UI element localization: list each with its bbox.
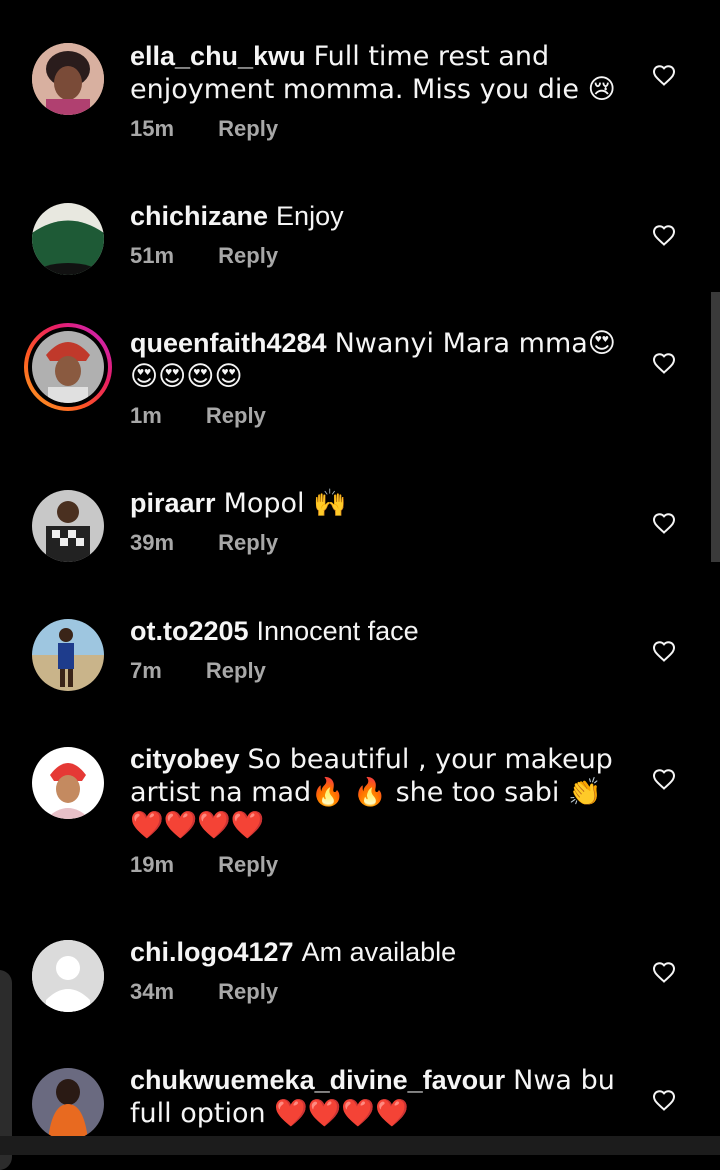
like-button[interactable] bbox=[652, 224, 676, 246]
comment-timestamp: 15m bbox=[130, 116, 175, 141]
comment-body: Am available bbox=[301, 937, 457, 967]
heart-outline-icon bbox=[652, 1090, 676, 1111]
like-button[interactable] bbox=[652, 352, 676, 374]
reply-button[interactable]: Reply bbox=[206, 658, 266, 684]
comment-text: ella_chu_kwu Full time rest and enjoyment… bbox=[130, 40, 620, 106]
comment-timestamp: 39m bbox=[130, 530, 175, 555]
avatar[interactable] bbox=[32, 747, 104, 819]
avatar-photo bbox=[32, 331, 104, 403]
avatar[interactable] bbox=[32, 619, 104, 691]
comment-timestamp: 19m bbox=[130, 852, 175, 877]
heart-outline-icon bbox=[652, 769, 676, 790]
avatar[interactable] bbox=[32, 940, 104, 1012]
avatar-with-story-ring[interactable] bbox=[24, 323, 112, 411]
comment-username[interactable]: chi.logo4127 bbox=[130, 937, 294, 967]
avatar-photo bbox=[32, 43, 104, 115]
like-button[interactable] bbox=[652, 512, 676, 534]
comment-body: Mopol 🙌 bbox=[223, 488, 347, 519]
heart-outline-icon bbox=[652, 225, 676, 246]
comment-timestamp: 7m bbox=[130, 658, 162, 683]
comment-body: Enjoy bbox=[276, 201, 344, 231]
like-button[interactable] bbox=[652, 768, 676, 790]
like-button[interactable] bbox=[652, 640, 676, 662]
comment-composer-edge bbox=[0, 1136, 720, 1155]
avatar[interactable] bbox=[32, 43, 104, 115]
comment-username[interactable]: ella_chu_kwu bbox=[130, 41, 306, 71]
heart-outline-icon bbox=[652, 353, 676, 374]
reply-button[interactable]: Reply bbox=[218, 979, 278, 1005]
comment-username[interactable]: chukwuemeka_divine_favour bbox=[130, 1065, 505, 1095]
avatar-photo bbox=[32, 490, 104, 562]
like-button[interactable] bbox=[652, 961, 676, 983]
avatar-photo bbox=[32, 619, 104, 691]
comment-username[interactable]: piraarr bbox=[130, 488, 216, 518]
reply-button[interactable]: Reply bbox=[218, 852, 278, 878]
avatar-photo bbox=[32, 1068, 104, 1140]
heart-outline-icon bbox=[652, 513, 676, 534]
comment-username[interactable]: cityobey bbox=[130, 744, 240, 774]
avatar[interactable] bbox=[32, 490, 104, 562]
comment-username[interactable]: ot.to2205 bbox=[130, 616, 249, 646]
comment-timestamp: 51m bbox=[130, 243, 175, 268]
avatar-photo bbox=[32, 747, 104, 819]
comment-username[interactable]: chichizane bbox=[130, 201, 268, 231]
like-button[interactable] bbox=[652, 1089, 676, 1111]
reply-button[interactable]: Reply bbox=[218, 530, 278, 556]
avatar[interactable] bbox=[32, 1068, 104, 1140]
reply-button[interactable]: Reply bbox=[218, 116, 278, 142]
like-button[interactable] bbox=[652, 64, 676, 86]
heart-outline-icon bbox=[652, 962, 676, 983]
comment-body: Innocent face bbox=[256, 616, 419, 646]
heart-outline-icon bbox=[652, 65, 676, 86]
comment-timestamp: 1m bbox=[130, 403, 162, 428]
scrollbar-thumb[interactable] bbox=[711, 292, 720, 562]
reply-button[interactable]: Reply bbox=[218, 243, 278, 269]
avatar[interactable] bbox=[32, 203, 104, 275]
comment-username[interactable]: queenfaith4284 bbox=[130, 328, 327, 358]
heart-outline-icon bbox=[652, 641, 676, 662]
person-silhouette-icon bbox=[32, 940, 104, 1012]
comment-timestamp: 34m bbox=[130, 979, 175, 1004]
avatar-photo bbox=[32, 203, 104, 275]
reply-button[interactable]: Reply bbox=[206, 403, 266, 429]
